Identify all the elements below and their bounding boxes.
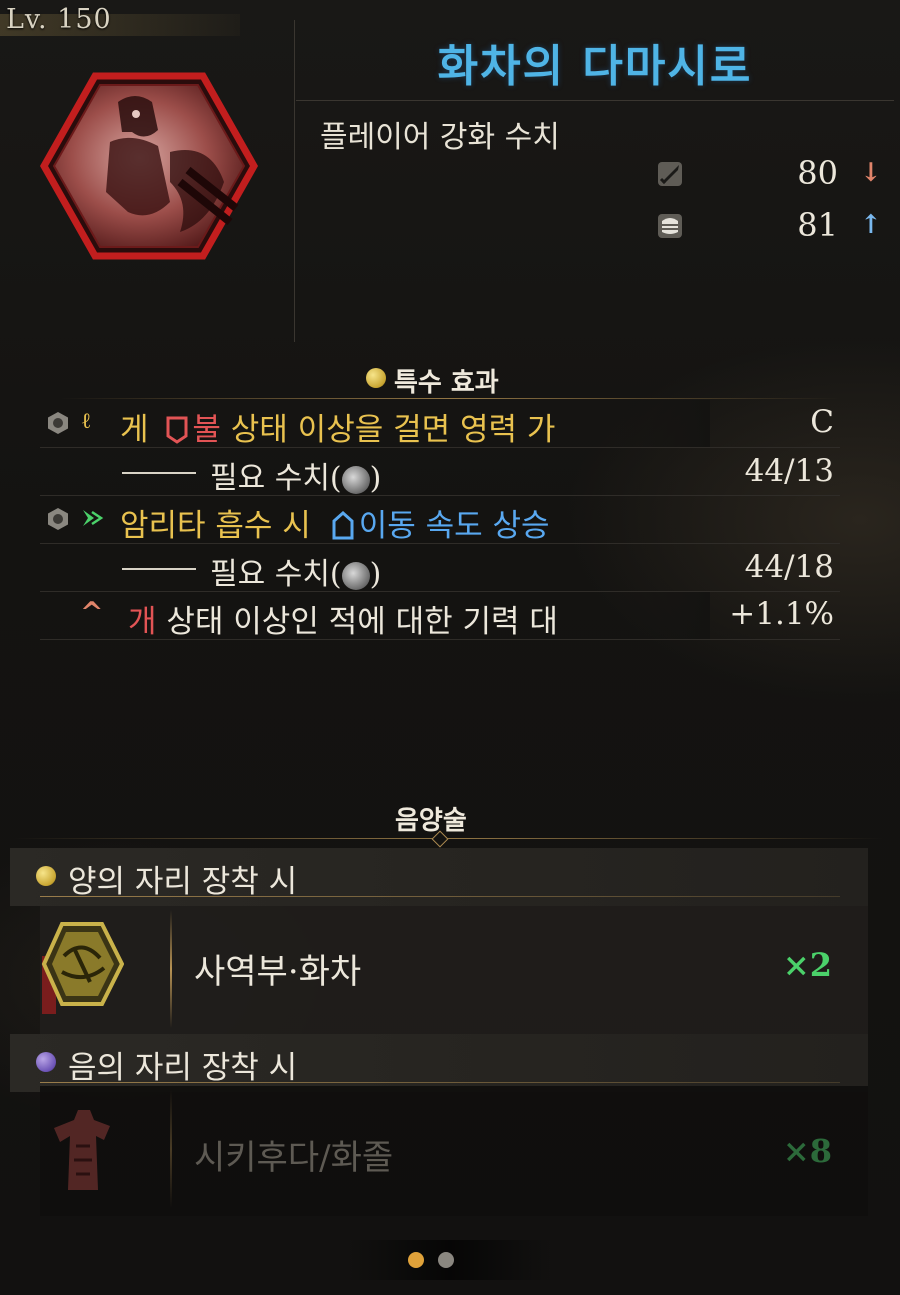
effect-1-rest: 상태 이상을 걸면 영력 가 xyxy=(220,412,556,448)
arrow-up-icon: ↑ xyxy=(860,210,882,240)
enhance-subtitle: 플레이어 강화 수치 xyxy=(320,120,560,155)
yang-label: 양의 자리 장착 시 xyxy=(68,864,298,900)
effect-row-2[interactable]: 암리타 흡수 시 이동 속도 상승 xyxy=(40,496,840,544)
requirement-value-2: 44/18 xyxy=(744,549,834,585)
yin-icon xyxy=(36,1052,56,1072)
yin-item-name: 시키후다/화졸 xyxy=(194,1138,394,1178)
effect-type-icon: ℓ xyxy=(82,408,91,434)
special-header-line xyxy=(60,398,840,399)
effect-2-highlight: 이동 속도 상승 xyxy=(358,508,550,544)
level-text: Lv. 150 xyxy=(6,4,112,35)
effect-1-prefix: 게 xyxy=(120,412,149,448)
chevron-up-icon: ^ xyxy=(80,596,104,629)
onmyo-header: 음양술 xyxy=(395,806,467,836)
effect-1-highlight: 불 xyxy=(192,412,221,448)
bonus-effect-row[interactable]: ^ 개 상태 이상인 적에 대한 기력 대 +1.1% xyxy=(40,592,840,640)
yin-panel-header: 음의 자리 장착 시 xyxy=(10,1034,868,1092)
requirement-close: ) xyxy=(369,557,382,592)
requirement-row-2: 필요 수치() 44/18 xyxy=(40,544,840,592)
paper-doll-icon xyxy=(54,1110,110,1190)
absorb-icon xyxy=(83,510,104,526)
item-title: 화차의 다마시로 xyxy=(437,41,753,92)
hex-badge-icon xyxy=(48,508,68,530)
requirement-row-1: 필요 수치() 44/13 xyxy=(40,448,840,496)
header-divider-vertical xyxy=(294,20,295,342)
yang-header-line xyxy=(40,896,840,897)
yin-label: 음의 자리 장착 시 xyxy=(68,1050,298,1086)
talisman-icon xyxy=(41,922,124,1014)
bonus-highlight: 개 xyxy=(128,604,157,640)
bonus-value: +1.1% xyxy=(729,596,834,632)
stat-row-attack: 80 ↓ xyxy=(650,154,890,196)
effect-1-value: C xyxy=(810,404,834,440)
armor-icon xyxy=(658,214,682,238)
yang-panel-header: 양의 자리 장착 시 xyxy=(10,848,868,906)
yang-item-count: ×2 xyxy=(782,946,832,984)
spirit-stone-icon xyxy=(341,466,370,494)
requirement-close: ) xyxy=(369,461,382,496)
header-divider-horizontal xyxy=(296,100,894,101)
stat-row-defense: 81 ↑ xyxy=(650,206,890,248)
onmyo-header-line xyxy=(14,838,884,839)
dash-line xyxy=(122,472,196,474)
yin-yang-icon xyxy=(366,368,386,388)
effect-row-1[interactable]: ℓ 게 불 상태 이상을 걸면 영력 가 C xyxy=(40,400,840,448)
yin-header-line xyxy=(40,1082,840,1083)
special-effects-header: 특수 효과 xyxy=(360,362,540,398)
hex-badge-icon xyxy=(48,412,68,434)
yin-item-row[interactable]: 시키후다/화졸 ×8 xyxy=(40,1086,868,1216)
requirement-label: 필요 수치( xyxy=(210,557,342,592)
yang-icon xyxy=(36,866,56,886)
requirement-value-1: 44/13 xyxy=(744,453,834,489)
yang-item-row[interactable]: 사역부·화차 ×2 xyxy=(40,906,868,1036)
stat-value-defense: 81 xyxy=(797,206,838,244)
arrow-down-icon: ↓ xyxy=(860,158,882,188)
effect-2-prefix: 암리타 흡수 시 xyxy=(120,508,311,544)
dash-line xyxy=(122,568,196,570)
sword-icon xyxy=(658,162,682,186)
page-dot-active[interactable] xyxy=(408,1252,424,1268)
requirement-label: 필요 수치( xyxy=(210,461,342,496)
item-emblem-icon xyxy=(40,72,258,260)
spirit-stone-icon xyxy=(341,562,370,590)
fire-status-icon xyxy=(166,416,188,444)
yin-item-count: ×8 xyxy=(782,1132,832,1170)
bonus-rest: 상태 이상인 적에 대한 기력 대 xyxy=(156,604,558,640)
buff-shield-icon xyxy=(332,510,354,540)
yang-item-name: 사역부·화차 xyxy=(194,952,362,992)
text-fade xyxy=(600,592,710,640)
page-dot-inactive[interactable] xyxy=(438,1252,454,1268)
text-fade xyxy=(600,400,710,448)
stat-value-attack: 80 xyxy=(797,154,838,192)
